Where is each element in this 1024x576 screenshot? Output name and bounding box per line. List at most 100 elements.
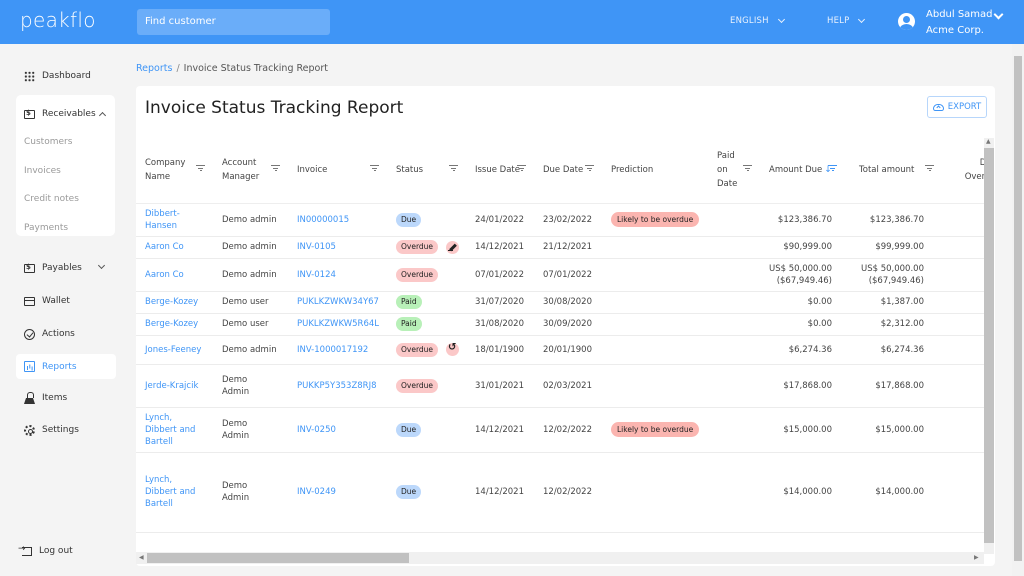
column-header-prediction[interactable]: Prediction	[602, 138, 708, 204]
sidebar-item-items[interactable]: Items	[16, 386, 116, 410]
total-amount: $2,312.00	[880, 319, 924, 329]
company-link[interactable]: Lynch, Dibbert and Bartell	[145, 474, 205, 510]
due-date: 02/03/2021	[543, 380, 592, 391]
sidebar-item-invoices[interactable]: Invoices	[24, 166, 61, 176]
table-vertical-scrollbar[interactable]: ▲	[984, 138, 994, 554]
column-header-days-overdue[interactable]: Days Overdue	[942, 138, 985, 204]
company-link[interactable]: Aaron Co	[145, 241, 184, 253]
scrollbar-thumb[interactable]	[984, 148, 994, 543]
column-label: Account Manager	[222, 158, 260, 183]
total-amount-cell: $14,000.00	[850, 452, 942, 533]
filter-icon[interactable]	[370, 165, 379, 172]
column-header-issue-date[interactable]: Issue Date	[466, 138, 534, 204]
table-row[interactable]: Lynch, Dibbert and Bartell Demo Admin INV-…	[136, 452, 985, 533]
company-link[interactable]: Berge-Kozey	[145, 296, 198, 308]
company-link[interactable]: Jones-Feeney	[145, 344, 201, 356]
table-row[interactable]: Jerde-Krajcik Demo Admin PUKKP5Y353Z8RJ8 Ov…	[136, 364, 985, 408]
scroll-left-arrow-icon[interactable]: ◀	[139, 554, 144, 561]
invoice-link[interactable]: PUKLKZWKW5R64L	[297, 319, 379, 329]
breadcrumb-reports-link[interactable]: Reports	[136, 63, 172, 74]
page-vertical-scrollbar[interactable]	[1012, 44, 1024, 576]
total-amount-cell: $123,386.70	[850, 203, 942, 237]
filter-icon[interactable]	[517, 165, 526, 172]
sidebar-item-payments[interactable]: Payments	[24, 223, 68, 233]
issue-date-cell: 31/01/2021	[466, 364, 534, 408]
invoice-link[interactable]: IN00000015	[297, 215, 349, 225]
table-row[interactable]: Jones-Feeney Demo admin INV-1000017192 Over…	[136, 335, 985, 365]
invoice-cell: INV-0124	[288, 258, 387, 292]
column-header-paid-on-date[interactable]: Paid on Date	[708, 138, 760, 204]
prediction-cell	[602, 258, 708, 292]
help-menu[interactable]: HELP	[827, 15, 866, 26]
company-link[interactable]: Aaron Co	[145, 269, 184, 281]
user-avatar-icon[interactable]	[898, 13, 915, 30]
amount-due: $90,999.00	[783, 242, 832, 252]
table-row[interactable]: Aaron Co Demo admin INV-0105 Overdue 14/12/2…	[136, 236, 985, 259]
column-header-invoice[interactable]: Invoice	[288, 138, 387, 204]
status-badge: Paid	[396, 295, 422, 309]
logout-button[interactable]: Log out	[14, 539, 114, 563]
refresh-icon[interactable]	[446, 342, 460, 356]
prediction-cell	[602, 335, 708, 365]
column-header-total-amount[interactable]: Total amount	[850, 138, 942, 204]
sidebar-item-customers[interactable]: Customers	[24, 137, 72, 147]
scrollbar-thumb[interactable]	[147, 553, 409, 563]
table-horizontal-scrollbar[interactable]: ◀ ▶	[136, 552, 984, 564]
filter-icon[interactable]	[828, 165, 837, 172]
issue-date: 14/12/2021	[475, 424, 524, 435]
table-row[interactable]: Lynch, Dibbert and Bartell Demo Admin INV-…	[136, 407, 985, 453]
column-header-account-manager[interactable]: Account Manager	[213, 138, 288, 204]
scroll-up-arrow-icon[interactable]: ▲	[986, 138, 991, 145]
amount-due: $6,274.36	[788, 344, 832, 355]
column-header-company-name[interactable]: Company Name	[136, 138, 213, 204]
invoice-link[interactable]: INV-0105	[297, 242, 336, 252]
filter-icon[interactable]	[743, 165, 752, 172]
invoice-link[interactable]: INV-0250	[297, 425, 336, 435]
column-header-due-date[interactable]: Due Date	[534, 138, 602, 204]
total-amount-cell: $2,312.00	[850, 313, 942, 336]
column-header-status[interactable]: Status	[387, 138, 466, 204]
find-customer-input[interactable]: Find customer	[137, 9, 330, 35]
gavel-icon[interactable]	[446, 240, 460, 254]
sidebar-item-settings[interactable]: Settings	[16, 418, 116, 442]
paid-on-date-cell	[708, 291, 760, 314]
company-cell: Jerde-Krajcik	[136, 364, 213, 408]
invoice-link[interactable]: INV-0124	[297, 270, 336, 280]
filter-icon[interactable]	[925, 165, 934, 172]
column-header-amount-due[interactable]: Amount Due ↓	[760, 138, 850, 204]
manager-cell: Demo user	[213, 313, 288, 336]
peakflo-logo[interactable]: peakflo	[20, 8, 96, 32]
table-row[interactable]: Berge-Kozey Demo user PUKLKZWKW34Y67 Paid 31…	[136, 291, 985, 314]
table-row[interactable]: Dibbert-Hansen Demo admin IN00000015 Due 24/…	[136, 203, 985, 237]
invoice-link[interactable]: PUKKP5Y353Z8RJ8	[297, 381, 377, 391]
sidebar-item-credit-notes[interactable]: Credit notes	[24, 194, 79, 204]
invoice-link[interactable]: INV-0249	[297, 487, 336, 497]
company-link[interactable]: Jerde-Krajcik	[145, 380, 198, 392]
sidebar-item-actions[interactable]: Actions	[16, 322, 116, 346]
user-menu-chevron-icon[interactable]	[993, 9, 1004, 20]
company-link[interactable]: Lynch, Dibbert and Bartell	[145, 412, 205, 448]
total-amount: $99,999.00	[875, 242, 924, 252]
company-link[interactable]: Berge-Kozey	[145, 318, 198, 330]
due-date: 20/01/1900	[543, 344, 592, 355]
sidebar-item-reports[interactable]: Reports	[16, 354, 116, 379]
filter-icon[interactable]	[585, 165, 594, 172]
user-name[interactable]: Abdul Samad	[926, 9, 993, 20]
filter-icon[interactable]	[196, 165, 205, 172]
company-link[interactable]: Dibbert-Hansen	[145, 208, 205, 232]
table-row[interactable]: Aaron Co Demo admin INV-0124 Overdue 07/01/2…	[136, 258, 985, 292]
invoice-link[interactable]: INV-1000017192	[297, 345, 368, 355]
filter-icon[interactable]	[449, 165, 458, 172]
scrollbar-thumb[interactable]	[1014, 56, 1022, 561]
language-selector[interactable]: ENGLISH	[730, 15, 785, 26]
status-badge: Overdue	[396, 378, 439, 393]
scroll-right-arrow-icon[interactable]: ▶	[974, 554, 979, 561]
sidebar-item-wallet[interactable]: Wallet	[16, 289, 116, 313]
days-overdue-cell	[942, 407, 985, 453]
filter-icon[interactable]	[271, 165, 280, 172]
prediction-badge: Likely to be overdue	[611, 212, 700, 227]
export-button[interactable]: EXPORT	[927, 96, 987, 118]
sidebar-item-dashboard[interactable]: Dashboard	[16, 64, 116, 88]
table-row[interactable]: Berge-Kozey Demo user PUKLKZWKW5R64L Paid 31…	[136, 313, 985, 336]
invoice-link[interactable]: PUKLKZWKW34Y67	[297, 297, 379, 307]
